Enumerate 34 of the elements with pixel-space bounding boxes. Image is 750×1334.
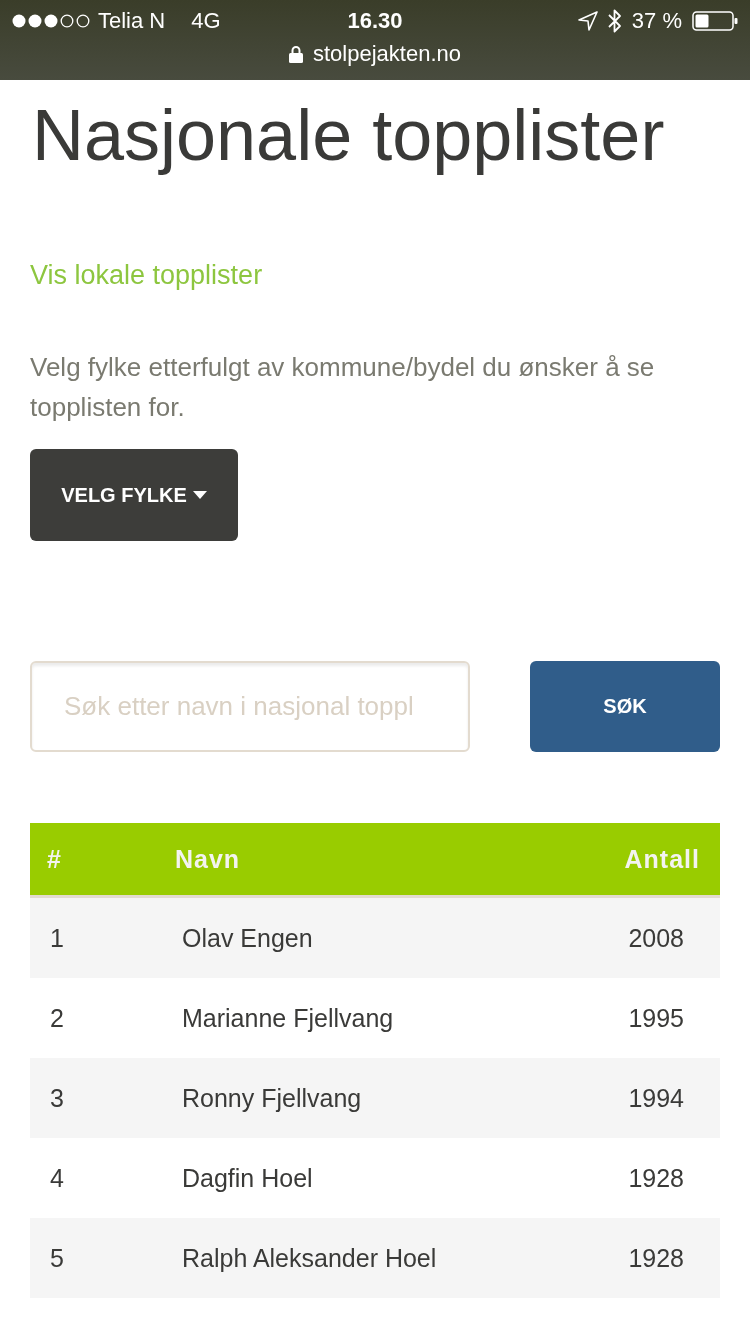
address-url[interactable]: stolpejakten.no bbox=[313, 41, 461, 67]
search-button[interactable]: SØK bbox=[530, 661, 720, 752]
table-cell-text: 1928 bbox=[627, 1243, 684, 1273]
search-field[interactable]: Søk etter navn i nasjonal toppl bbox=[30, 661, 470, 752]
status-time: 16.30 bbox=[347, 8, 403, 34]
column-header: Antall bbox=[623, 844, 700, 874]
battery-percent: 37 % bbox=[631, 8, 682, 34]
table-cell-text: 1994 bbox=[627, 1083, 684, 1113]
carrier-name: Telia N bbox=[98, 8, 166, 34]
signal-dots-icon bbox=[12, 14, 90, 28]
table-cell-text: 1928 bbox=[627, 1163, 684, 1193]
bluetooth-icon bbox=[607, 9, 622, 33]
table-cell-text: Olav Engen bbox=[182, 923, 314, 953]
network-type: 4G bbox=[191, 8, 221, 34]
instructions-text: Velg fylke etterfulgt av kommune/bydel du ønsker å se topplisten for. bbox=[30, 351, 656, 424]
table-cell-text: 1995 bbox=[627, 1003, 684, 1033]
location-arrow-icon bbox=[577, 11, 598, 31]
caret-icon bbox=[192, 491, 207, 499]
battery-icon bbox=[692, 11, 738, 31]
table-cell-text: 5 bbox=[50, 1243, 65, 1273]
table-cell-text: Marianne Fjellvang bbox=[182, 1003, 395, 1033]
table-cell-text: Ronny Fjellvang bbox=[182, 1083, 363, 1113]
column-header: Navn bbox=[175, 844, 242, 874]
page-title: Nasjonale topplister bbox=[32, 94, 666, 177]
table-cell-text: 1 bbox=[50, 923, 65, 953]
lock-icon bbox=[289, 45, 303, 63]
table-cell-text: Dagfin Hoel bbox=[182, 1163, 314, 1193]
table-cell-text: 4 bbox=[50, 1163, 65, 1193]
table-cell-text: 2 bbox=[50, 1003, 65, 1033]
county-dropdown-button[interactable]: VELG FYLKE bbox=[30, 449, 238, 541]
table-cell-text: 3 bbox=[50, 1083, 65, 1113]
table-cell-text: Ralph Aleksander Hoel bbox=[182, 1243, 438, 1273]
table-cell-text: 2008 bbox=[627, 923, 684, 953]
column-header: # bbox=[47, 844, 63, 874]
